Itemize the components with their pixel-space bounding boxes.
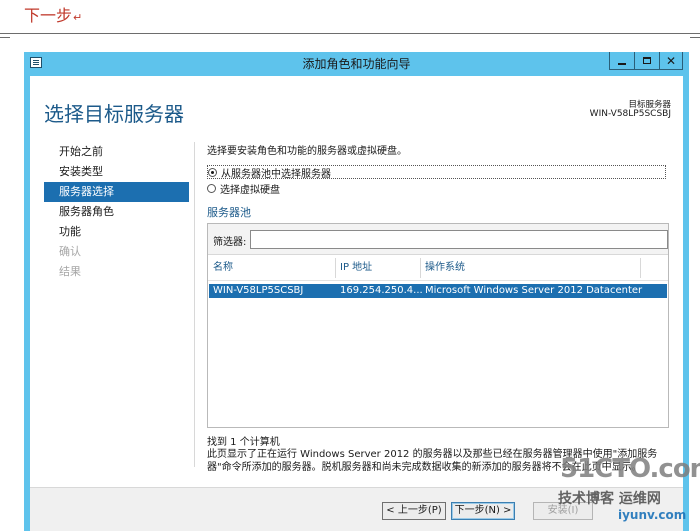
- close-icon: ✕: [665, 53, 677, 68]
- cell-os: Microsoft Windows Server 2012 Datacenter: [425, 285, 643, 296]
- nav-item-features[interactable]: 功能: [44, 222, 189, 242]
- column-header-name[interactable]: 名称: [213, 258, 233, 278]
- table-row[interactable]: WIN-V58LP5SCSBJ 169.254.250.4... Microso…: [209, 284, 667, 298]
- margin-mark-left: [0, 37, 10, 38]
- wizard-nav: 开始之前 安装类型 服务器选择 服务器角色 功能 确认 结果: [44, 142, 189, 282]
- document-heading: 下一步↵: [24, 2, 82, 26]
- filter-input[interactable]: [250, 230, 668, 249]
- column-separator[interactable]: [640, 258, 641, 278]
- nav-divider: [194, 142, 195, 467]
- paragraph-mark-icon: ↵: [73, 11, 83, 24]
- cell-ip: 169.254.250.4...: [340, 285, 423, 296]
- header-rule: [208, 280, 668, 281]
- option-server-pool-label: 从服务器池中选择服务器: [221, 168, 331, 180]
- column-separator[interactable]: [335, 258, 336, 278]
- document-rule-top: [0, 33, 700, 34]
- next-button[interactable]: 下一步(N) >: [451, 502, 515, 520]
- radio-checked-icon[interactable]: [208, 167, 217, 177]
- column-header-ip[interactable]: IP 地址: [340, 258, 372, 278]
- nav-item-server-selection[interactable]: 服务器选择: [44, 182, 189, 202]
- column-header-os[interactable]: 操作系统: [425, 258, 465, 278]
- cell-name: WIN-V58LP5SCSBJ: [213, 285, 304, 296]
- watermark-subtitle: 技术博客 运维网: [558, 491, 661, 507]
- minimize-button[interactable]: [609, 52, 635, 70]
- target-server-name: WIN-V58LP5SCSBJ: [589, 109, 671, 119]
- minimize-icon: [618, 62, 626, 65]
- nav-item-results: 结果: [59, 265, 81, 278]
- watermark-brand: 51CTO.com: [560, 454, 700, 484]
- found-count: 找到 1 个计算机: [207, 437, 280, 448]
- maximize-icon: [643, 57, 651, 64]
- margin-mark-right: [690, 37, 700, 38]
- nav-item-server-roles[interactable]: 服务器角色: [44, 202, 189, 222]
- document-heading-text: 下一步: [24, 6, 73, 25]
- title-bar[interactable]: 添加角色和功能向导 ✕: [24, 52, 689, 74]
- nav-item-before-you-begin[interactable]: 开始之前: [44, 142, 189, 162]
- window-title: 添加角色和功能向导: [302, 57, 411, 71]
- option-virtual-hard-disk[interactable]: 选择虚拟硬盘: [207, 181, 280, 196]
- server-pool-label: 服务器池: [207, 206, 251, 219]
- option-server-pool[interactable]: 从服务器池中选择服务器: [207, 165, 666, 180]
- close-button[interactable]: ✕: [659, 52, 683, 70]
- option-virtual-hard-disk-label: 选择虚拟硬盘: [220, 184, 280, 196]
- filter-row: 筛选器:: [208, 224, 668, 255]
- nav-item-installation-type[interactable]: 安装类型: [44, 162, 189, 182]
- nav-item-confirmation: 确认: [59, 245, 81, 258]
- page-title: 选择目标服务器: [44, 102, 184, 126]
- previous-button[interactable]: < 上一步(P): [382, 502, 446, 520]
- column-separator[interactable]: [420, 258, 421, 278]
- server-pool-table: 筛选器: 名称 IP 地址 操作系统 WIN-V58LP5SCSBJ 169.2…: [207, 223, 669, 428]
- maximize-button[interactable]: [634, 52, 660, 70]
- radio-unchecked-icon[interactable]: [207, 183, 216, 193]
- watermark-url: iyunv.com: [618, 508, 687, 522]
- intro-text: 选择要安装角色和功能的服务器或虚拟硬盘。: [207, 146, 407, 157]
- filter-label: 筛选器:: [213, 237, 247, 248]
